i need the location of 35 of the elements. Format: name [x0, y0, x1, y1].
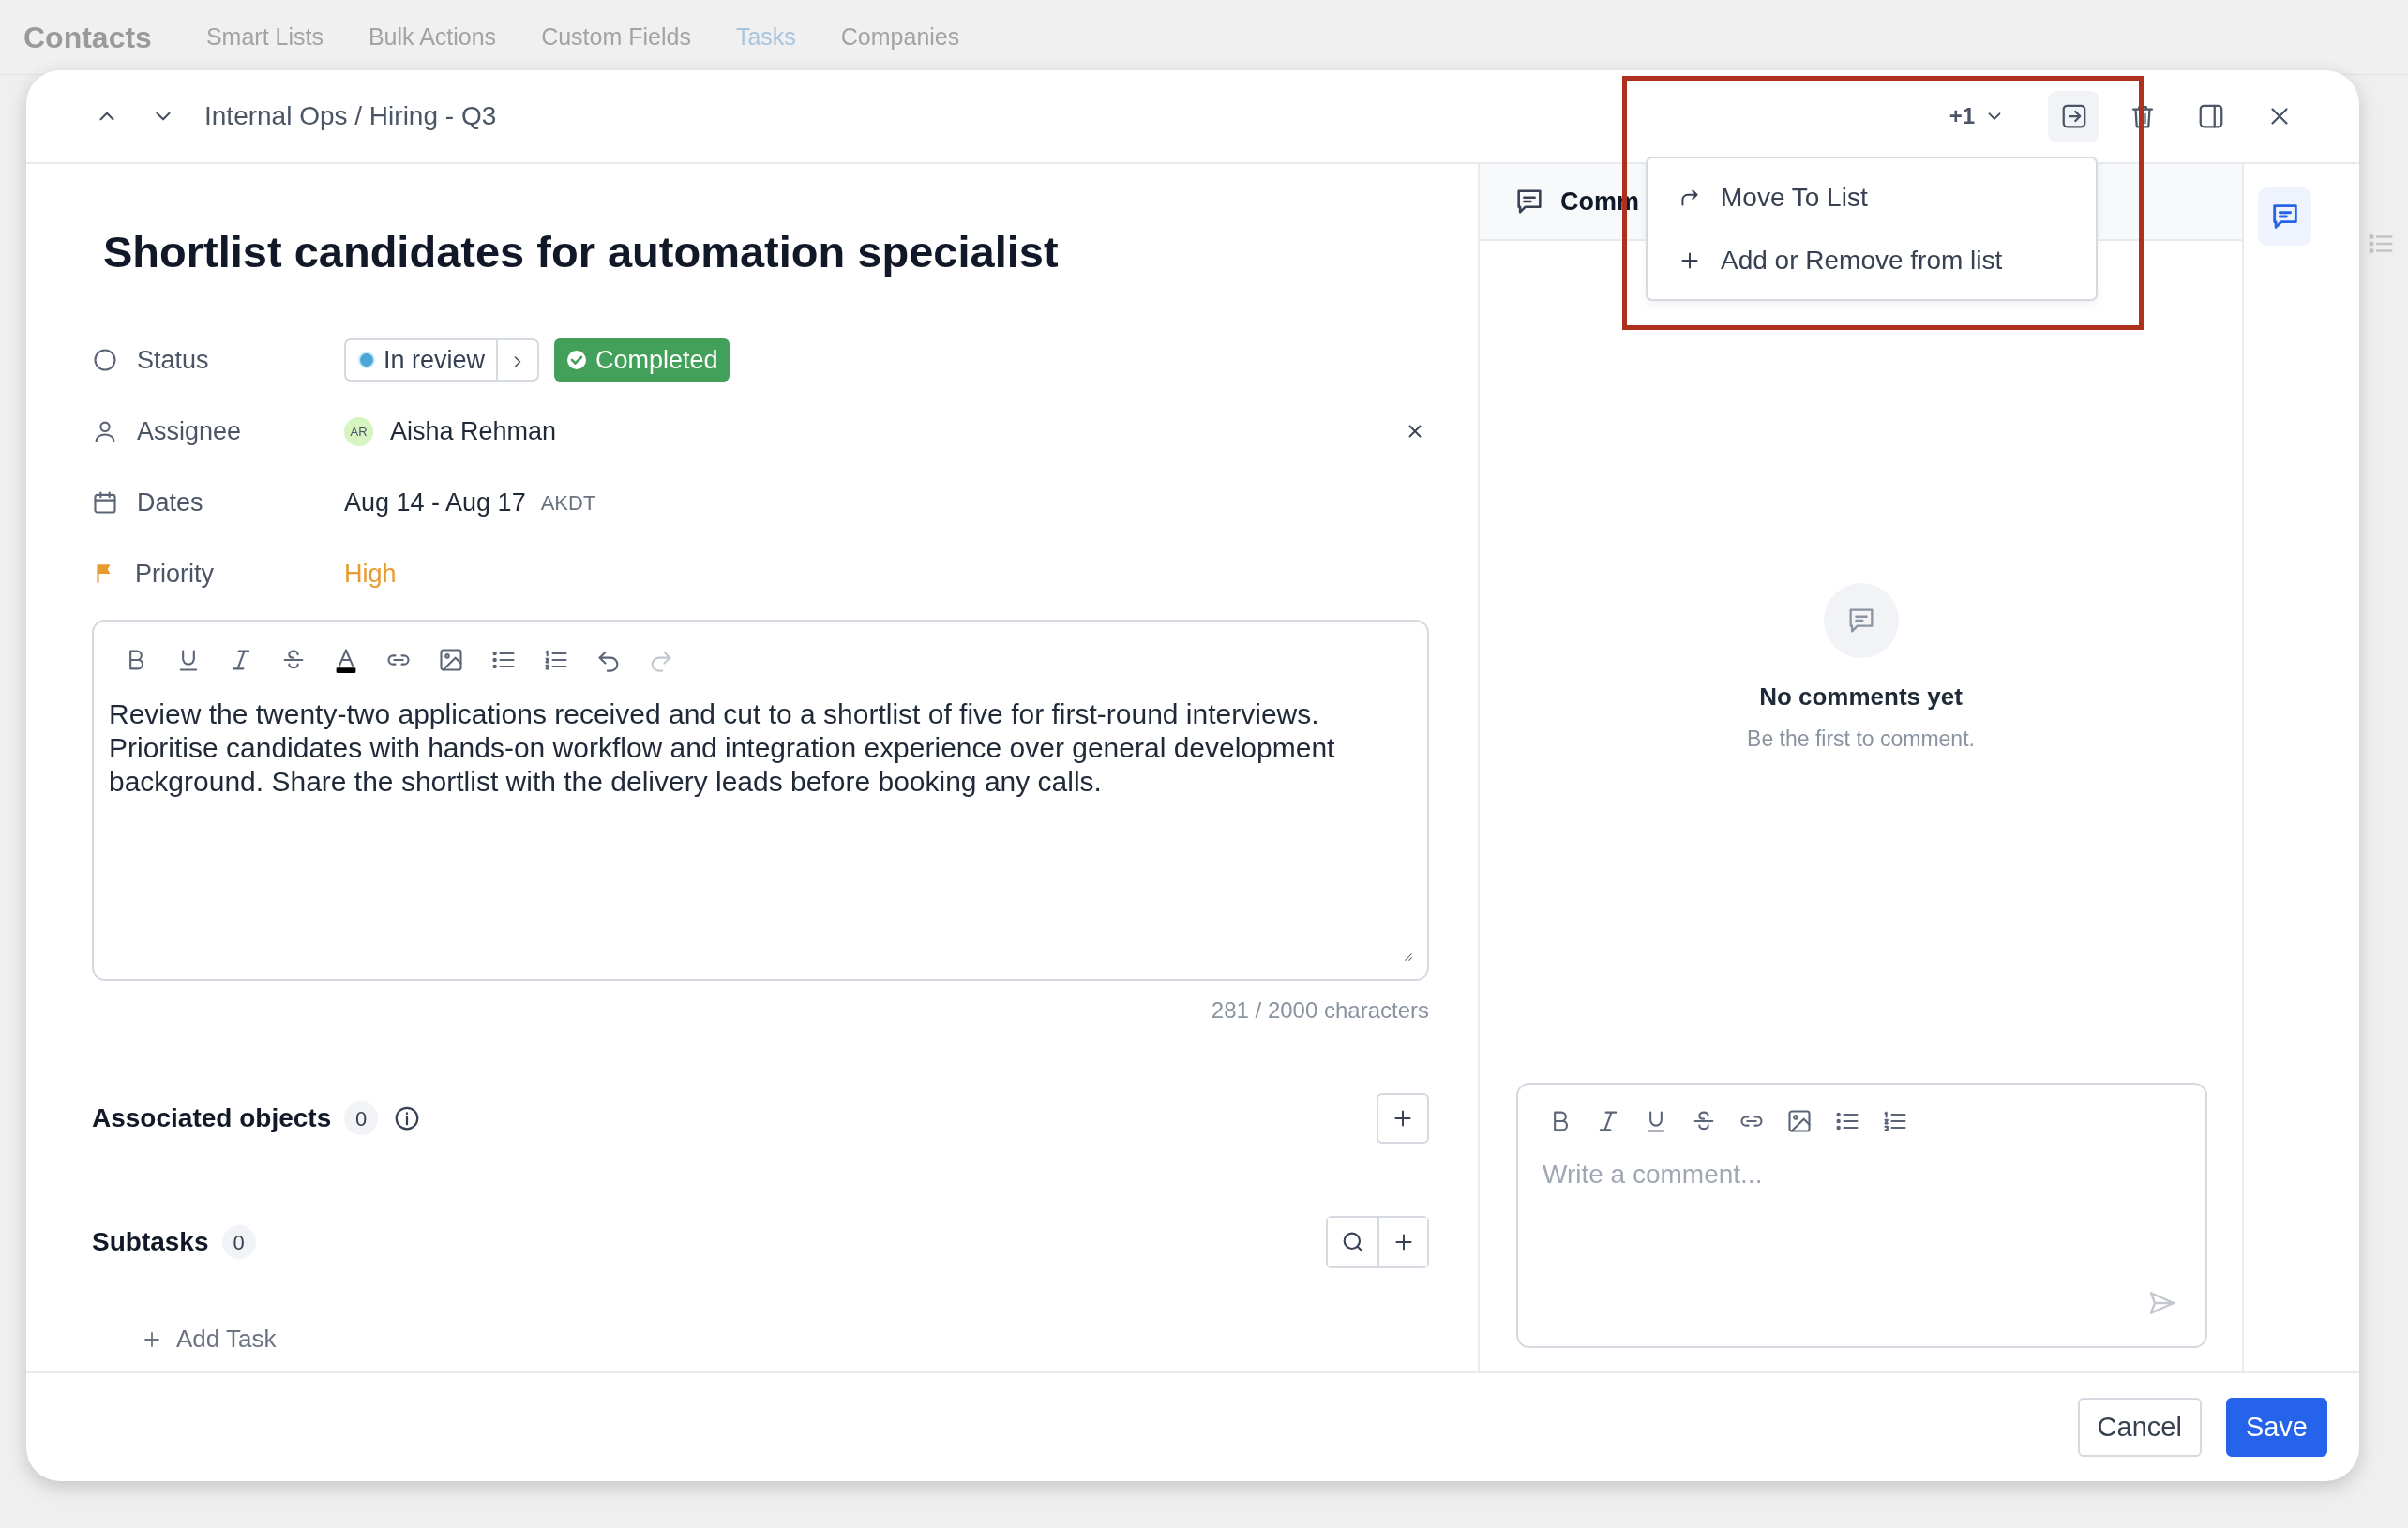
- timezone-label: AKDT: [540, 489, 596, 517]
- section-title: Associated objects: [92, 1102, 332, 1135]
- avatar: AR: [344, 416, 373, 446]
- count-badge: 0: [221, 1225, 256, 1260]
- empty-state-hint: Be the first to comment.: [1747, 726, 1975, 753]
- followers-dropdown[interactable]: +1: [1943, 98, 2010, 134]
- app-title: Contacts: [23, 19, 152, 56]
- character-counter: 281 / 2000 characters: [1210, 996, 1429, 1026]
- add-button[interactable]: [1377, 1218, 1427, 1267]
- add-task-button[interactable]: Add Task: [141, 1321, 277, 1358]
- move-button[interactable]: [2048, 90, 2099, 142]
- menu-item[interactable]: Move To List: [1648, 166, 2096, 229]
- save-button[interactable]: Save: [2225, 1398, 2327, 1457]
- menu-item[interactable]: Add or Remove from list: [1648, 229, 2096, 292]
- date-range: Aug 14 - Aug 17: [344, 487, 526, 519]
- breadcrumb: Internal Ops / Hiring - Q3: [204, 100, 497, 132]
- field-label: Status: [137, 345, 209, 377]
- cancel-button[interactable]: Cancel: [2077, 1398, 2202, 1457]
- task-title: Shortlist candidates for automation specialist: [103, 226, 1060, 278]
- empty-state-title: No comments yet: [1759, 682, 1963, 712]
- description-editor[interactable]: [92, 620, 1429, 981]
- field-label: Priority: [135, 559, 214, 591]
- section-title: Subtasks: [92, 1226, 209, 1259]
- complete-button[interactable]: Completed: [554, 338, 730, 382]
- status-dot-icon: [357, 351, 376, 370]
- count-badge: 0: [344, 1101, 379, 1136]
- status-selector[interactable]: In review: [344, 338, 540, 382]
- image-icon: [1785, 1107, 1813, 1134]
- calendar-icon: [92, 489, 118, 517]
- field-label: Dates: [137, 487, 203, 519]
- description-text: Review the twenty-two applications received and cut to a shortlist of five for first-round interviews. Prioritise candidates with hands-on workflow and integration experience over general development background. Share the shortlist with the delivery leads before booking any calls.: [109, 697, 1336, 800]
- check-circle-icon: [565, 349, 589, 372]
- comments-tab-button[interactable]: [2258, 187, 2311, 246]
- assignee-name: Aisha Rehman: [390, 416, 557, 448]
- field-label: Assignee: [137, 416, 242, 448]
